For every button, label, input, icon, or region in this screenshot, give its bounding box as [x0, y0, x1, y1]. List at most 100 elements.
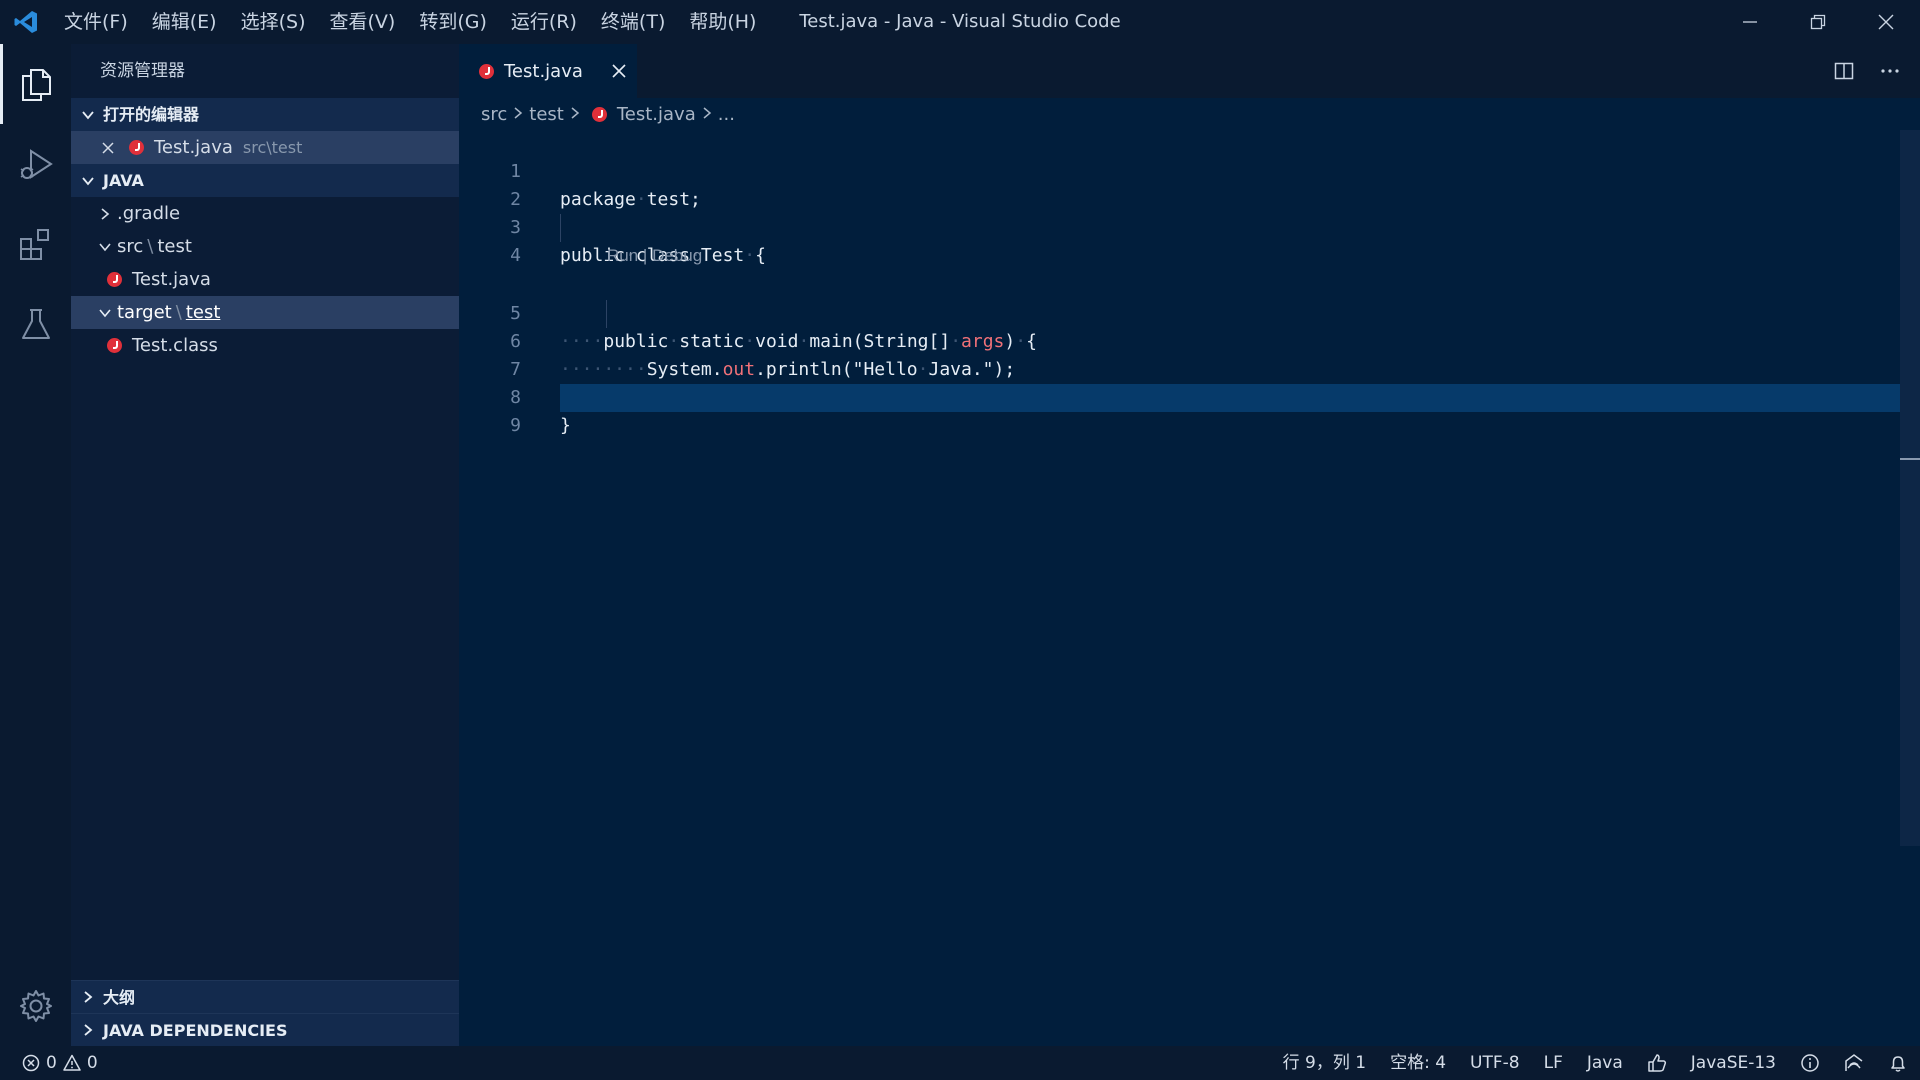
scrollbar-cursor-marker: [1900, 458, 1920, 460]
info-icon: [1801, 1054, 1819, 1072]
chevron-down-icon: [77, 174, 99, 188]
chevron-right-icon: [570, 105, 580, 124]
extensions-icon: [19, 229, 49, 260]
chevron-right-icon: [95, 207, 115, 221]
menu-help[interactable]: 帮助(H): [677, 0, 768, 44]
code-line: 2: [459, 158, 1899, 210]
encoding[interactable]: UTF-8: [1458, 1046, 1532, 1080]
tree-item-label-a: src: [117, 236, 144, 257]
feedback-button[interactable]: [1635, 1046, 1679, 1080]
broadcast-icon: [1845, 1054, 1863, 1071]
language-mode[interactable]: Java: [1575, 1046, 1635, 1080]
path-separator: \: [147, 236, 154, 257]
activity-extensions[interactable]: [0, 204, 71, 284]
restore-icon: [1810, 14, 1826, 30]
outline-label: 大纲: [103, 987, 136, 1007]
chevron-right-icon: [513, 105, 523, 124]
tree-item-gradle[interactable]: .gradle: [71, 197, 459, 230]
breadcrumb: src test Test.java ...: [459, 98, 1920, 130]
java-runtime[interactable]: JavaSE-13: [1679, 1046, 1788, 1080]
menu-go[interactable]: 转到(G): [407, 0, 499, 44]
menu-bar: 文件(F) 编辑(E) 选择(S) 查看(V) 转到(G) 运行(R) 终端(T…: [52, 0, 768, 44]
line-number: 4: [510, 245, 521, 266]
title-bar: 文件(F) 编辑(E) 选择(S) 查看(V) 转到(G) 运行(R) 终端(T…: [0, 0, 1920, 44]
close-tab-icon[interactable]: [611, 63, 627, 79]
close-editor-icon[interactable]: [101, 141, 121, 155]
activity-run-debug[interactable]: [0, 124, 71, 204]
indent-guide: [606, 300, 607, 328]
outline-header[interactable]: 大纲: [71, 980, 459, 1013]
tree-item-label-b: test: [185, 302, 221, 323]
minimize-icon: [1743, 21, 1757, 23]
menu-file[interactable]: 文件(F): [52, 0, 140, 44]
open-editors-header[interactable]: 打开的编辑器: [71, 98, 459, 131]
menu-terminal[interactable]: 终端(T): [589, 0, 677, 44]
chevron-right-icon: [77, 1023, 99, 1037]
indent-guide: [560, 214, 561, 242]
code-line: 4: [459, 214, 1899, 266]
warning-count: 0: [86, 1053, 98, 1073]
tree-item-label: .gradle: [117, 203, 181, 224]
bell-icon: [1891, 1056, 1905, 1072]
path-separator: \: [175, 302, 182, 323]
codelens: Run | Debug: [607, 246, 702, 266]
java-file-icon: [129, 140, 144, 155]
vertical-scrollbar[interactable]: [1900, 130, 1920, 846]
chevron-right-icon: [702, 105, 712, 124]
activity-explorer[interactable]: [0, 44, 71, 124]
restore-button[interactable]: [1784, 0, 1852, 44]
code-text: }: [560, 415, 571, 436]
java-dependencies-header[interactable]: JAVA DEPENDENCIES: [71, 1013, 459, 1046]
menu-run[interactable]: 运行(R): [499, 0, 589, 44]
notifications-button[interactable]: [1876, 1046, 1920, 1080]
tree-item-target-test[interactable]: target \ test: [71, 296, 459, 329]
live-share-button[interactable]: [1832, 1046, 1876, 1080]
problems-indicator[interactable]: 0 0: [0, 1053, 98, 1073]
codelens-run[interactable]: Run: [607, 246, 638, 265]
minimize-button[interactable]: [1716, 0, 1784, 44]
tree-item-label-a: target: [117, 302, 172, 323]
code-editor[interactable]: 1 package·test; 2 3 public·class·Test·{ …: [459, 130, 1920, 1046]
editor-tab-bar: Test.java: [459, 44, 1920, 98]
code-line: 3 public·class·Test·{: [459, 186, 1899, 266]
tab-test-java[interactable]: Test.java: [459, 44, 637, 98]
line-ending[interactable]: LF: [1532, 1046, 1575, 1080]
tree-item-test-class[interactable]: Test.class: [71, 329, 459, 362]
explorer-sidebar: 资源管理器 打开的编辑器 Test.java src\test JAVA .gr…: [71, 44, 459, 1046]
status-bar: 0 0 行 9，列 1 空格: 4 UTF-8 LF Java JavaSE-1…: [0, 1046, 1920, 1080]
close-window-button[interactable]: [1852, 0, 1920, 44]
tree-item-test-java[interactable]: Test.java: [71, 263, 459, 296]
line-number: 9: [510, 415, 521, 436]
breadcrumb-more[interactable]: ...: [718, 104, 735, 125]
indentation[interactable]: 空格: 4: [1378, 1046, 1458, 1080]
tree-item-label: Test.class: [132, 335, 218, 356]
vscode-logo-icon: [0, 0, 52, 44]
warning-icon: [63, 1054, 81, 1071]
open-editor-path: src\test: [242, 138, 303, 157]
activity-testing[interactable]: [0, 284, 71, 364]
java-dependencies-label: JAVA DEPENDENCIES: [103, 1020, 288, 1040]
breadcrumb-file[interactable]: Test.java: [617, 104, 696, 125]
menu-selection[interactable]: 选择(S): [229, 0, 318, 44]
codelens-separator: |: [642, 246, 648, 265]
workspace-header[interactable]: JAVA: [71, 164, 459, 197]
menu-edit[interactable]: 编辑(E): [140, 0, 229, 44]
split-editor-icon[interactable]: [1834, 61, 1854, 81]
tree-item-src-test[interactable]: src \ test: [71, 230, 459, 263]
codelens-debug[interactable]: Debug: [652, 246, 702, 265]
more-actions-icon[interactable]: [1880, 61, 1900, 81]
info-button[interactable]: [1788, 1046, 1832, 1080]
menu-view[interactable]: 查看(V): [318, 0, 408, 44]
chevron-right-icon: [77, 990, 99, 1004]
activity-bar: [0, 44, 71, 1046]
breadcrumb-test[interactable]: test: [529, 104, 564, 125]
cursor-position[interactable]: 行 9，列 1: [1271, 1046, 1378, 1080]
open-editor-item[interactable]: Test.java src\test: [71, 131, 459, 164]
files-icon: [21, 69, 51, 101]
activity-settings[interactable]: [0, 966, 71, 1046]
code-line: 8 }: [459, 356, 1899, 436]
editor-actions: [1834, 44, 1900, 98]
java-file-icon: [107, 272, 122, 287]
breadcrumb-src[interactable]: src: [481, 104, 507, 125]
workspace-label: JAVA: [103, 171, 144, 190]
